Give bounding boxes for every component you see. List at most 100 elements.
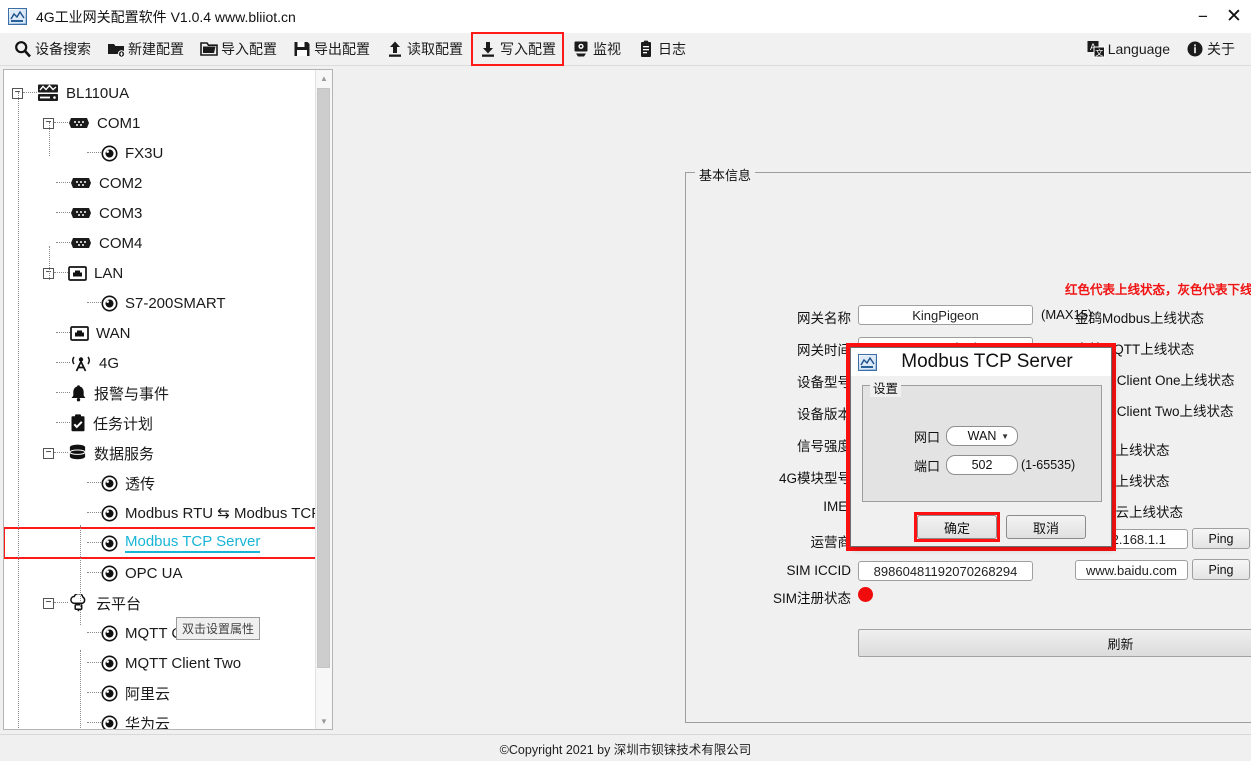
toolbar-label: 设备搜索	[35, 41, 91, 57]
field-label-3: 设备版本	[797, 407, 851, 422]
node-icon	[101, 295, 118, 312]
tree-node-4g[interactable]: 4G	[4, 348, 316, 378]
copyright-text: ©Copyright 2021 by 深圳市钡铼技术有限公司	[499, 742, 752, 757]
node-icon	[101, 475, 118, 492]
save-disk-icon	[293, 40, 311, 58]
port-label: 端口	[914, 458, 941, 474]
port-input[interactable]: 502	[946, 455, 1019, 475]
tree-node-[interactable]: 报警与事件	[4, 378, 316, 408]
tree-node-label: 数据服务	[94, 445, 155, 463]
tree-node-[interactable]: − 数据服务	[4, 438, 316, 468]
toolbar-item-about[interactable]: 关于	[1180, 34, 1241, 64]
tree-node-[interactable]: 阿里云	[4, 678, 316, 708]
dialog-ok-button[interactable]: 确定	[917, 515, 997, 539]
node-icon	[101, 625, 118, 642]
field-input-0[interactable]: KingPigeon	[858, 305, 1033, 325]
tree-node-bl110ua[interactable]: − BL110UA	[4, 78, 316, 108]
tree-connector	[87, 632, 101, 634]
tree-connector	[54, 272, 68, 274]
toolbar-item-device-search[interactable]: 设备搜索	[8, 34, 97, 64]
basic-info-title: 基本信息	[695, 165, 756, 184]
tree-node-fx3u[interactable]: FX3U	[4, 138, 316, 168]
tree-node-[interactable]: 华为云	[4, 708, 316, 729]
tree-node-com4[interactable]: COM4	[4, 228, 316, 258]
tree-node-lan[interactable]: − LAN	[4, 258, 316, 288]
tree-expander-minus-icon[interactable]: −	[43, 447, 54, 459]
tree-connector	[56, 332, 70, 334]
close-button[interactable]: ✕	[1217, 0, 1251, 33]
minimize-button[interactable]: −	[1189, 0, 1217, 33]
tree-node-modbus-tcp-server[interactable]: Modbus TCP Server	[4, 527, 316, 559]
tree-node-label: COM1	[97, 114, 141, 132]
tree-node-wan[interactable]: WAN	[4, 318, 316, 348]
ping-address-input-1[interactable]: www.baidu.com	[1075, 560, 1188, 580]
tree-guide-line	[80, 525, 81, 625]
tree-scrollbar[interactable]: ▲ ▼	[315, 70, 332, 729]
ping-button-0[interactable]: Ping	[1192, 528, 1250, 549]
ping-button-1[interactable]: Ping	[1192, 559, 1250, 580]
tree-node-com1[interactable]: − COM1	[4, 108, 316, 138]
dialog-cancel-button[interactable]: 取消	[1006, 515, 1086, 539]
window-controls: − ✕	[1189, 0, 1251, 33]
lan-icon	[70, 325, 89, 342]
tree-node-mqtt-client-one[interactable]: MQTT Client One	[4, 618, 316, 648]
tree-node-[interactable]: − 云平台	[4, 588, 316, 618]
tree-node-label: COM2	[99, 174, 143, 192]
online-status-hint: 红色代表上线状态，灰色代表下线状态	[1065, 283, 1251, 297]
network-port-select[interactable]: WAN ▼	[946, 426, 1019, 446]
tree-node-label: Modbus RTU ⇆ Modbus TCP	[125, 505, 316, 522]
node-icon	[101, 145, 118, 162]
toolbar-label: 日志	[658, 41, 686, 57]
scroll-down-arrow[interactable]: ▼	[316, 713, 332, 729]
tree-guide-line	[49, 122, 50, 156]
chevron-down-icon: ▼	[1001, 431, 1010, 441]
tree-node-label: MQTT Client Two	[125, 654, 242, 672]
device-tree[interactable]: − BL110UA − COM1 FX3U COM2 COM3 COM4− LAN S7-200S…	[4, 70, 316, 729]
tree-node-[interactable]: 任务计划	[4, 408, 316, 438]
monitor-icon	[572, 40, 590, 58]
tree-connector	[87, 302, 101, 304]
scrollbar-thumb[interactable]	[317, 88, 330, 668]
node-icon	[101, 655, 118, 672]
toolbar-item-import-config[interactable]: 导入配置	[194, 34, 283, 64]
tree-connector	[87, 692, 101, 694]
toolbar-label: 导出配置	[314, 41, 370, 57]
tree-node-s7-200smart[interactable]: S7-200SMART	[4, 288, 316, 318]
scroll-up-arrow[interactable]: ▲	[316, 70, 332, 86]
refresh-button[interactable]: 刷新	[858, 629, 1251, 657]
toolbar-item-monitor[interactable]: 监视	[566, 34, 627, 64]
status-bar: ©Copyright 2021 by 深圳市钡铼技术有限公司	[0, 734, 1251, 761]
toolbar-item-language[interactable]: A文 Language	[1081, 34, 1176, 64]
field-input-8[interactable]: 89860481192070268294	[858, 561, 1033, 581]
toolbar-item-write-config[interactable]: 写入配置	[471, 32, 564, 66]
tree-node-label: COM3	[99, 204, 143, 222]
tree-node-label: FX3U	[125, 144, 164, 162]
svg-text:文: 文	[1095, 48, 1103, 58]
tree-node-modbus-rtu-modbus-tcp[interactable]: Modbus RTU ⇆ Modbus TCP	[4, 498, 316, 528]
toolbar-item-export-config[interactable]: 导出配置	[287, 34, 376, 64]
toolbar-label: 导入配置	[221, 41, 277, 57]
node-icon	[101, 685, 118, 702]
folder-open-icon	[200, 40, 218, 58]
tree-connector	[56, 242, 70, 244]
toolbar-right-group: A文 Language 关于	[1081, 34, 1251, 64]
network-port-label: 网口	[914, 429, 941, 445]
application-window: 4G工业网关配置软件 V1.0.4 www.bliiot.cn − ✕ 设备搜索…	[0, 0, 1251, 761]
tree-node-label: OPC UA	[125, 564, 183, 582]
tree-node-com2[interactable]: COM2	[4, 168, 316, 198]
title-bar: 4G工业网关配置软件 V1.0.4 www.bliiot.cn − ✕	[0, 0, 1251, 33]
tree-expander-minus-icon[interactable]: −	[43, 597, 54, 609]
log-clipboard-icon	[637, 40, 655, 58]
field-label-2: 设备型号	[797, 375, 851, 390]
toolbar-item-read-config[interactable]: 读取配置	[380, 34, 469, 64]
tree-node-label: Modbus TCP Server	[125, 533, 261, 553]
toolbar-item-new-config[interactable]: 新建配置	[101, 34, 190, 64]
toolbar-item-log[interactable]: 日志	[631, 34, 692, 64]
field-label-1: 网关时间	[797, 343, 851, 358]
tree-node-[interactable]: 透传	[4, 468, 316, 498]
tree-node-com3[interactable]: COM3	[4, 198, 316, 228]
field-label-8: SIM ICCID	[786, 563, 851, 578]
tree-node-opc-ua[interactable]: OPC UA	[4, 558, 316, 588]
tree-guide-line	[80, 650, 81, 729]
tree-node-mqtt-client-two[interactable]: MQTT Client Two	[4, 648, 316, 678]
